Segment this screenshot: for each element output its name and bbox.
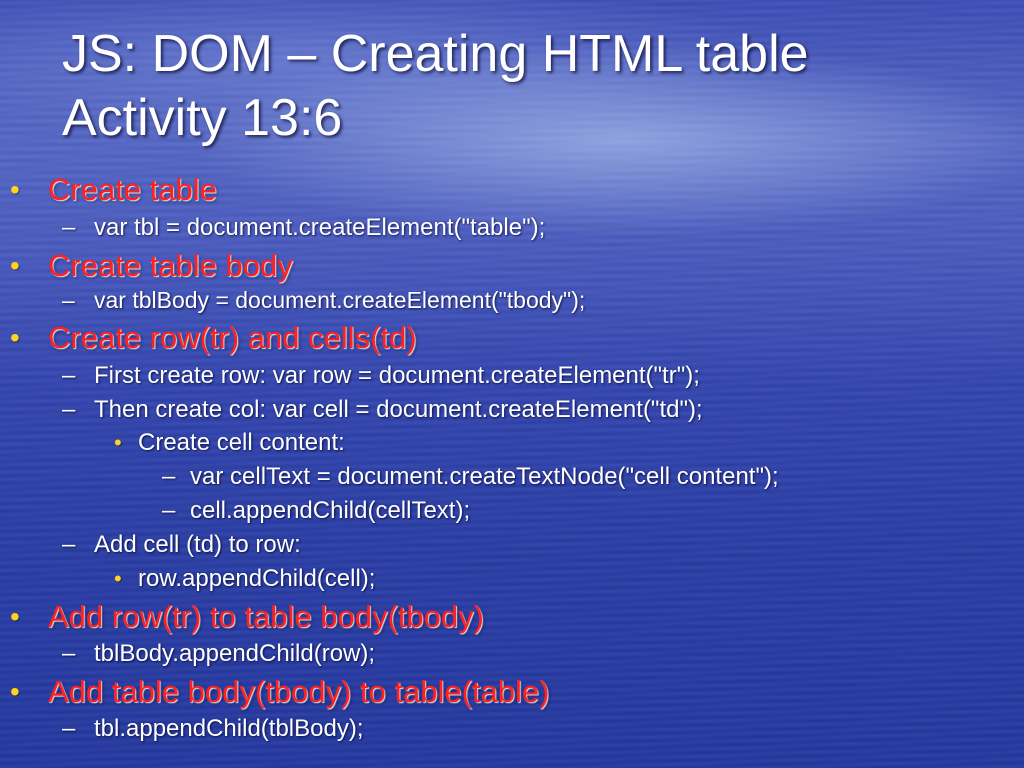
sub-bullet-text: tbl.appendChild(tblBody); — [94, 715, 364, 742]
dash-icon: – — [62, 287, 75, 313]
dash-icon: – — [62, 531, 76, 558]
slide: JS: DOM – Creating HTML table Activity 1… — [0, 0, 1024, 768]
dash-icon: – — [62, 362, 76, 389]
level-4-text: cell.appendChild(cellText); — [190, 497, 471, 524]
sub-bullet-text: Then create col: var cell = document.cre… — [94, 396, 703, 423]
bullet-dot-icon: • — [10, 601, 20, 632]
bullet-text: Add row(tr) to table body(tbody) — [48, 599, 484, 634]
sub-bullet-text: First create row: var row = document.cre… — [94, 362, 700, 389]
bullet-dot-icon: • — [114, 430, 122, 455]
bullet-text: Create table body — [48, 248, 293, 283]
dash-icon: – — [62, 214, 76, 241]
bullet-dot-icon: • — [10, 250, 20, 281]
bullet-dot-icon: • — [114, 566, 122, 591]
slide-title: JS: DOM – Creating HTML table Activity 1… — [62, 22, 1002, 150]
bullet-text: Add table body(tbody) to table(table) — [48, 674, 550, 709]
level-4-text: var cellText = document.createTextNode("… — [190, 463, 779, 490]
bullet-text: Create row(tr) and cells(td) — [48, 320, 417, 355]
sub-bullet-text: Add cell (td) to row: — [94, 531, 301, 558]
sub-bullet-text: var tbl = document.createElement("table"… — [94, 214, 546, 241]
sub-sub-bullet-text: Create cell content: — [138, 429, 345, 456]
bullet-dot-icon: • — [10, 322, 20, 353]
sub-bullet-text: tblBody.appendChild(row); — [94, 640, 376, 667]
dash-icon: – — [62, 715, 76, 742]
slide-title-line-2: Activity 13:6 — [62, 89, 343, 147]
dash-icon: – — [62, 396, 76, 423]
bullet-dot-icon: • — [10, 676, 20, 707]
dash-icon: – — [162, 497, 176, 524]
slide-title-line-1: JS: DOM – Creating HTML table — [62, 25, 809, 83]
dash-icon: – — [62, 640, 76, 667]
dash-icon: – — [162, 463, 176, 490]
sub-sub-bullet-text: row.appendChild(cell); — [138, 565, 376, 592]
bullet-dot-icon: • — [10, 174, 20, 205]
sub-bullet-text: var tblBody = document.createElement("tb… — [94, 287, 586, 313]
bullet-text: Create table — [48, 172, 217, 207]
